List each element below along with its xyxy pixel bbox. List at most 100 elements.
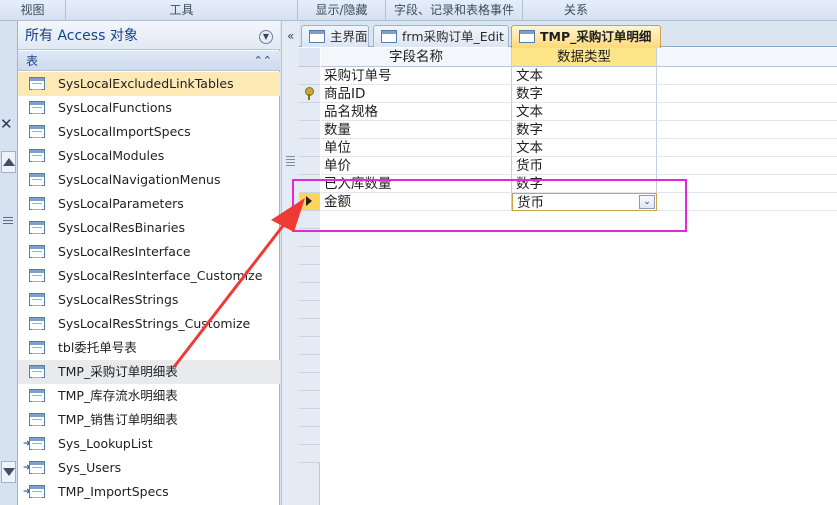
nav-table-item[interactable]: SysLocalParameters xyxy=(18,192,280,216)
header-field-name[interactable]: 字段名称 xyxy=(321,48,512,67)
empty-row[interactable] xyxy=(299,355,837,373)
shutter-bar-close-icon[interactable]: « xyxy=(287,29,294,43)
empty-row[interactable] xyxy=(299,445,837,463)
description-cell[interactable] xyxy=(657,103,837,121)
field-row: 单价 货币 xyxy=(299,157,837,175)
empty-row[interactable] xyxy=(299,265,837,283)
nav-pane-scrollbar[interactable]: « xyxy=(281,21,299,505)
primary-key-icon xyxy=(305,87,314,100)
field-name-cell[interactable]: 单价 xyxy=(321,157,512,175)
tab-tmp-purchase-detail[interactable]: TMP_采购订单明细表 xyxy=(511,25,661,65)
nav-table-item[interactable]: TMP_销售订单明细表 xyxy=(18,408,280,432)
row-selector[interactable] xyxy=(299,337,320,355)
scroll-down-button[interactable] xyxy=(1,461,16,483)
grid-corner[interactable] xyxy=(299,48,320,67)
data-type-cell[interactable]: 数字 xyxy=(512,121,657,139)
row-selector[interactable] xyxy=(299,67,320,85)
collapse-section-icon[interactable]: ⌃⌃ xyxy=(254,51,272,71)
empty-row[interactable] xyxy=(299,301,837,319)
row-selector[interactable] xyxy=(299,301,320,319)
empty-row[interactable] xyxy=(299,373,837,391)
empty-row[interactable] xyxy=(299,283,837,301)
data-type-cell[interactable]: 文本 xyxy=(512,103,657,121)
row-selector[interactable] xyxy=(299,445,320,463)
nav-table-item-label: Sys_LookupList xyxy=(58,436,153,451)
row-selector[interactable] xyxy=(299,355,320,373)
field-name-cell[interactable]: 采购订单号 xyxy=(321,67,512,85)
nav-table-item[interactable]: ➜ Sys_Users xyxy=(18,456,280,480)
nav-table-item[interactable]: SysLocalModules xyxy=(18,144,280,168)
form-icon xyxy=(381,30,397,43)
nav-table-item[interactable]: SysLocalResInterface_Customize xyxy=(18,264,280,288)
scroll-up-button[interactable] xyxy=(1,151,16,173)
nav-table-item[interactable]: SysLocalResBinaries xyxy=(18,216,280,240)
empty-row[interactable] xyxy=(299,247,837,265)
nav-table-item[interactable]: SysLocalNavigationMenus xyxy=(18,168,280,192)
nav-table-item[interactable]: TMP_采购订单明细表 xyxy=(18,360,280,384)
empty-row[interactable] xyxy=(299,391,837,409)
data-type-cell[interactable]: 文本 xyxy=(512,139,657,157)
nav-table-item[interactable]: TMP_库存流水明细表 xyxy=(18,384,280,408)
row-selector[interactable] xyxy=(299,247,320,265)
table-icon xyxy=(29,173,45,186)
row-selector[interactable] xyxy=(299,373,320,391)
table-icon xyxy=(29,125,45,138)
background-window-edge: ✕ xyxy=(0,21,18,505)
nav-table-item[interactable]: tbl委托单号表 xyxy=(18,336,280,360)
row-selector[interactable] xyxy=(299,139,320,157)
nav-table-item[interactable]: SysLocalImportSpecs xyxy=(18,120,280,144)
nav-table-item-label: SysLocalResStrings_Customize xyxy=(58,316,251,331)
row-selector[interactable] xyxy=(299,157,320,175)
data-type-cell[interactable]: 文本 xyxy=(512,67,657,85)
tab-main-form[interactable]: 主界面 xyxy=(301,25,369,47)
row-selector[interactable] xyxy=(299,121,320,139)
tab-purchase-order-edit[interactable]: frm采购订单_Edit xyxy=(373,25,509,47)
data-type-cell[interactable]: 货币 xyxy=(512,157,657,175)
table-icon xyxy=(29,221,45,234)
description-cell[interactable] xyxy=(657,85,837,103)
nav-table-item[interactable]: SysLocalFunctions xyxy=(18,96,280,120)
nav-table-item[interactable]: SysLocalExcludedLinkTables xyxy=(18,72,280,96)
row-selector[interactable] xyxy=(299,265,320,283)
data-type-value: 货币 xyxy=(516,158,543,174)
header-description[interactable] xyxy=(657,48,837,67)
field-name-cell[interactable]: 数量 xyxy=(321,121,512,139)
table-icon xyxy=(29,413,45,426)
nav-table-item[interactable]: ➜ Sys_LookupList xyxy=(18,432,280,456)
table-icon xyxy=(519,30,535,43)
ribbon-group-events: 字段、记录和表格事件 xyxy=(386,0,523,21)
row-selector[interactable] xyxy=(299,409,320,427)
data-type-value: 数字 xyxy=(516,122,543,138)
empty-row[interactable] xyxy=(299,409,837,427)
nav-section-tables[interactable]: 表 ⌃⌃ xyxy=(18,51,280,71)
chevron-down-icon[interactable]: ▼ xyxy=(259,30,273,44)
empty-row[interactable] xyxy=(299,319,837,337)
header-data-type[interactable]: 数据类型 xyxy=(512,48,657,67)
empty-row[interactable] xyxy=(299,337,837,355)
nav-table-item-label: SysLocalResStrings xyxy=(58,292,179,307)
description-cell[interactable] xyxy=(657,157,837,175)
row-selector[interactable] xyxy=(299,85,320,103)
data-type-cell[interactable]: 数字 xyxy=(512,85,657,103)
row-selector[interactable] xyxy=(299,319,320,337)
close-icon[interactable]: ✕ xyxy=(0,115,14,137)
row-selector[interactable] xyxy=(299,283,320,301)
description-cell[interactable] xyxy=(657,121,837,139)
nav-table-item[interactable]: SysLocalResStrings xyxy=(18,288,280,312)
nav-table-item[interactable]: SysLocalResStrings_Customize xyxy=(18,312,280,336)
table-icon xyxy=(29,77,45,90)
row-selector[interactable] xyxy=(299,103,320,121)
nav-table-item[interactable]: ➜ TMP_ImportSpecs xyxy=(18,480,280,504)
data-type-value: 数字 xyxy=(516,86,543,102)
description-cell[interactable] xyxy=(657,139,837,157)
field-name-cell[interactable]: 商品ID xyxy=(321,85,512,103)
description-cell[interactable] xyxy=(657,67,837,85)
nav-pane-header[interactable]: 所有 Access 对象 ▼ xyxy=(18,21,280,50)
empty-row[interactable] xyxy=(299,427,837,445)
ribbon-group-relationships: 关系 xyxy=(563,3,588,17)
row-selector[interactable] xyxy=(299,391,320,409)
nav-table-item[interactable]: SysLocalResInterface xyxy=(18,240,280,264)
field-name-cell[interactable]: 单位 xyxy=(321,139,512,157)
field-name-cell[interactable]: 品名规格 xyxy=(321,103,512,121)
row-selector[interactable] xyxy=(299,427,320,445)
